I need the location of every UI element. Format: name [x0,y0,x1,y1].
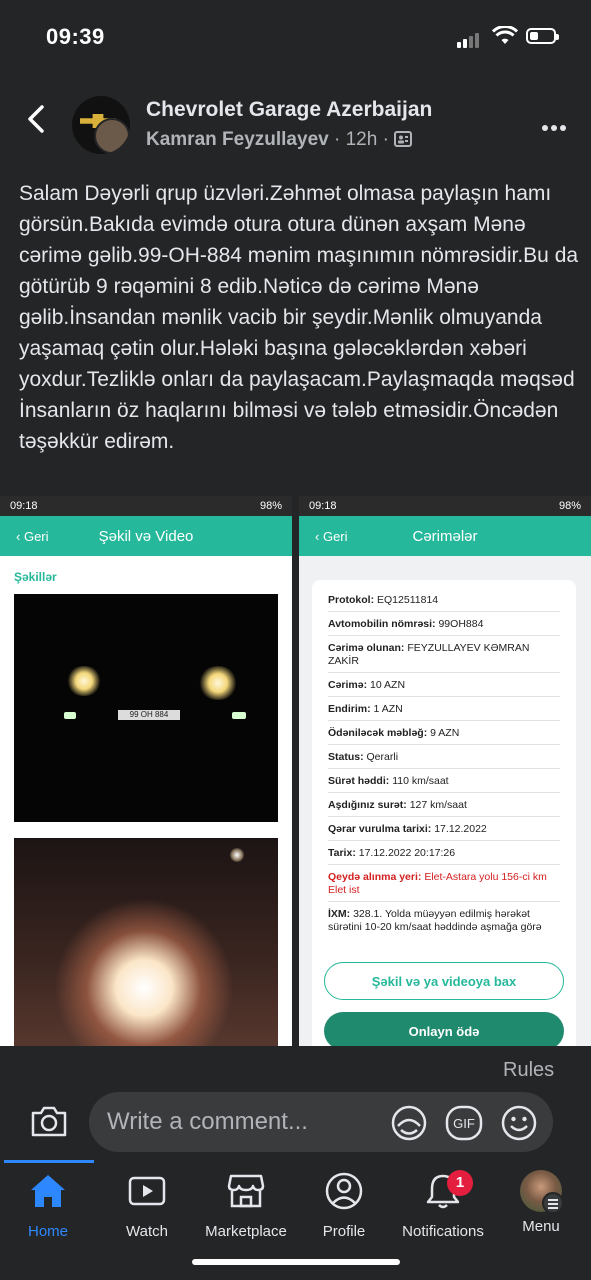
fine-row: Status: Qerarli [328,751,560,769]
fine-row: Endirim: 1 AZN [328,703,560,721]
right-shot-time: 09:18 [309,500,337,512]
left-shot-title: Şəkil və Video [98,527,194,545]
tab-menu[interactable]: Menu [491,1170,591,1235]
fine-row: Sürət həddi: 110 km/saat [328,775,560,793]
gif-icon[interactable]: GIF [445,1104,483,1147]
avatar-sticker-icon[interactable] [390,1104,428,1147]
left-shot-time: 09:18 [10,500,38,512]
fine-details-card: Protokol: EQ12511814 Avtomobilin nömrəsi… [312,580,576,1048]
license-plate: 99 OH 884 [118,710,180,720]
more-options-icon[interactable] [542,118,569,136]
camera-photo-headlights [14,838,278,1048]
fine-row: Cərimə: 10 AZN [328,679,560,697]
attached-image-photos[interactable]: 09:18 98% ‹ Geri Şəkil və Video Şəkillər … [0,496,292,1048]
fine-row: Avtomobilin nömrəsi: 99OH884 [328,618,560,636]
post-age: · 12h · [333,129,389,150]
profile-icon [325,1172,363,1210]
battery-icon [526,28,559,44]
marketplace-icon [227,1174,265,1208]
photos-section-label: Şəkillər [14,570,57,584]
fine-row: Aşdığınız surət: 127 km/saat [328,799,560,817]
back-button[interactable] [25,104,47,139]
attached-image-fines[interactable]: 09:18 98% ‹ Geri Cərimələr Protokol: EQ12… [299,496,591,1048]
watch-icon [128,1176,166,1206]
fine-row-location: Qeydə alınma yeri: Elet-Astara yolu 156-… [328,871,560,902]
right-shot-battery: 98% [558,500,581,512]
cellular-signal-icon [457,30,481,48]
hamburger-icon [542,1192,564,1214]
view-media-button: Şəkil və ya videoya bax [324,962,564,1000]
tab-marketplace[interactable]: Marketplace [196,1172,296,1240]
group-avatar[interactable] [72,96,130,154]
fine-row: Ödəniləcək məbləğ: 9 AZN [328,727,560,745]
fine-row: Qərar vurulma tarixi: 17.12.2022 [328,823,560,841]
group-members-icon [394,131,413,147]
author-name[interactable]: Kamran Feyzullayev [146,129,329,150]
menu-avatar [520,1170,564,1214]
post-text: Salam Dəyərli qrup üzvləri.Zəhmət olmasa… [19,182,579,453]
left-shot-battery: 98% [259,500,282,512]
chevron-left-icon [28,105,44,133]
status-time: 09:39 [46,24,105,49]
pay-online-button: Onlayn ödə [324,1012,564,1048]
tab-notifications[interactable]: Notifications [393,1172,493,1240]
post-meta: Kamran Feyzullayev · 12h · [146,129,413,151]
emoji-icon[interactable] [500,1104,538,1147]
camera-icon[interactable] [30,1104,68,1143]
tab-profile[interactable]: Profile [294,1172,394,1240]
camera-photo-night: 99 OH 884 [14,594,278,822]
right-shot-title: Cərimələr [412,527,478,545]
author-avatar [94,118,130,154]
notification-badge: 1 [447,1170,473,1196]
tab-watch[interactable]: Watch [97,1172,197,1240]
fine-row-article: İXM: 328.1. Yolda müəyyən edilmiş hərəkə… [328,908,542,933]
comment-placeholder: Write a comment... [107,1108,308,1135]
home-indicator [192,1259,400,1265]
fine-row: Protokol: EQ12511814 [328,594,560,612]
fine-row: Cərimə olunan: FEYZULLAYEV KƏMRAN ZAKİR [328,642,560,673]
tab-home[interactable]: Home [0,1172,98,1240]
group-name[interactable]: Chevrolet Garage Azerbaijan [146,98,432,122]
active-tab-indicator [4,1160,94,1163]
home-icon [31,1175,65,1207]
fine-row: Tarix: 17.12.2022 20:17:26 [328,847,560,865]
svg-text:GIF: GIF [453,1116,475,1131]
rules-link[interactable]: Rules [503,1059,554,1082]
wifi-icon [491,25,519,51]
